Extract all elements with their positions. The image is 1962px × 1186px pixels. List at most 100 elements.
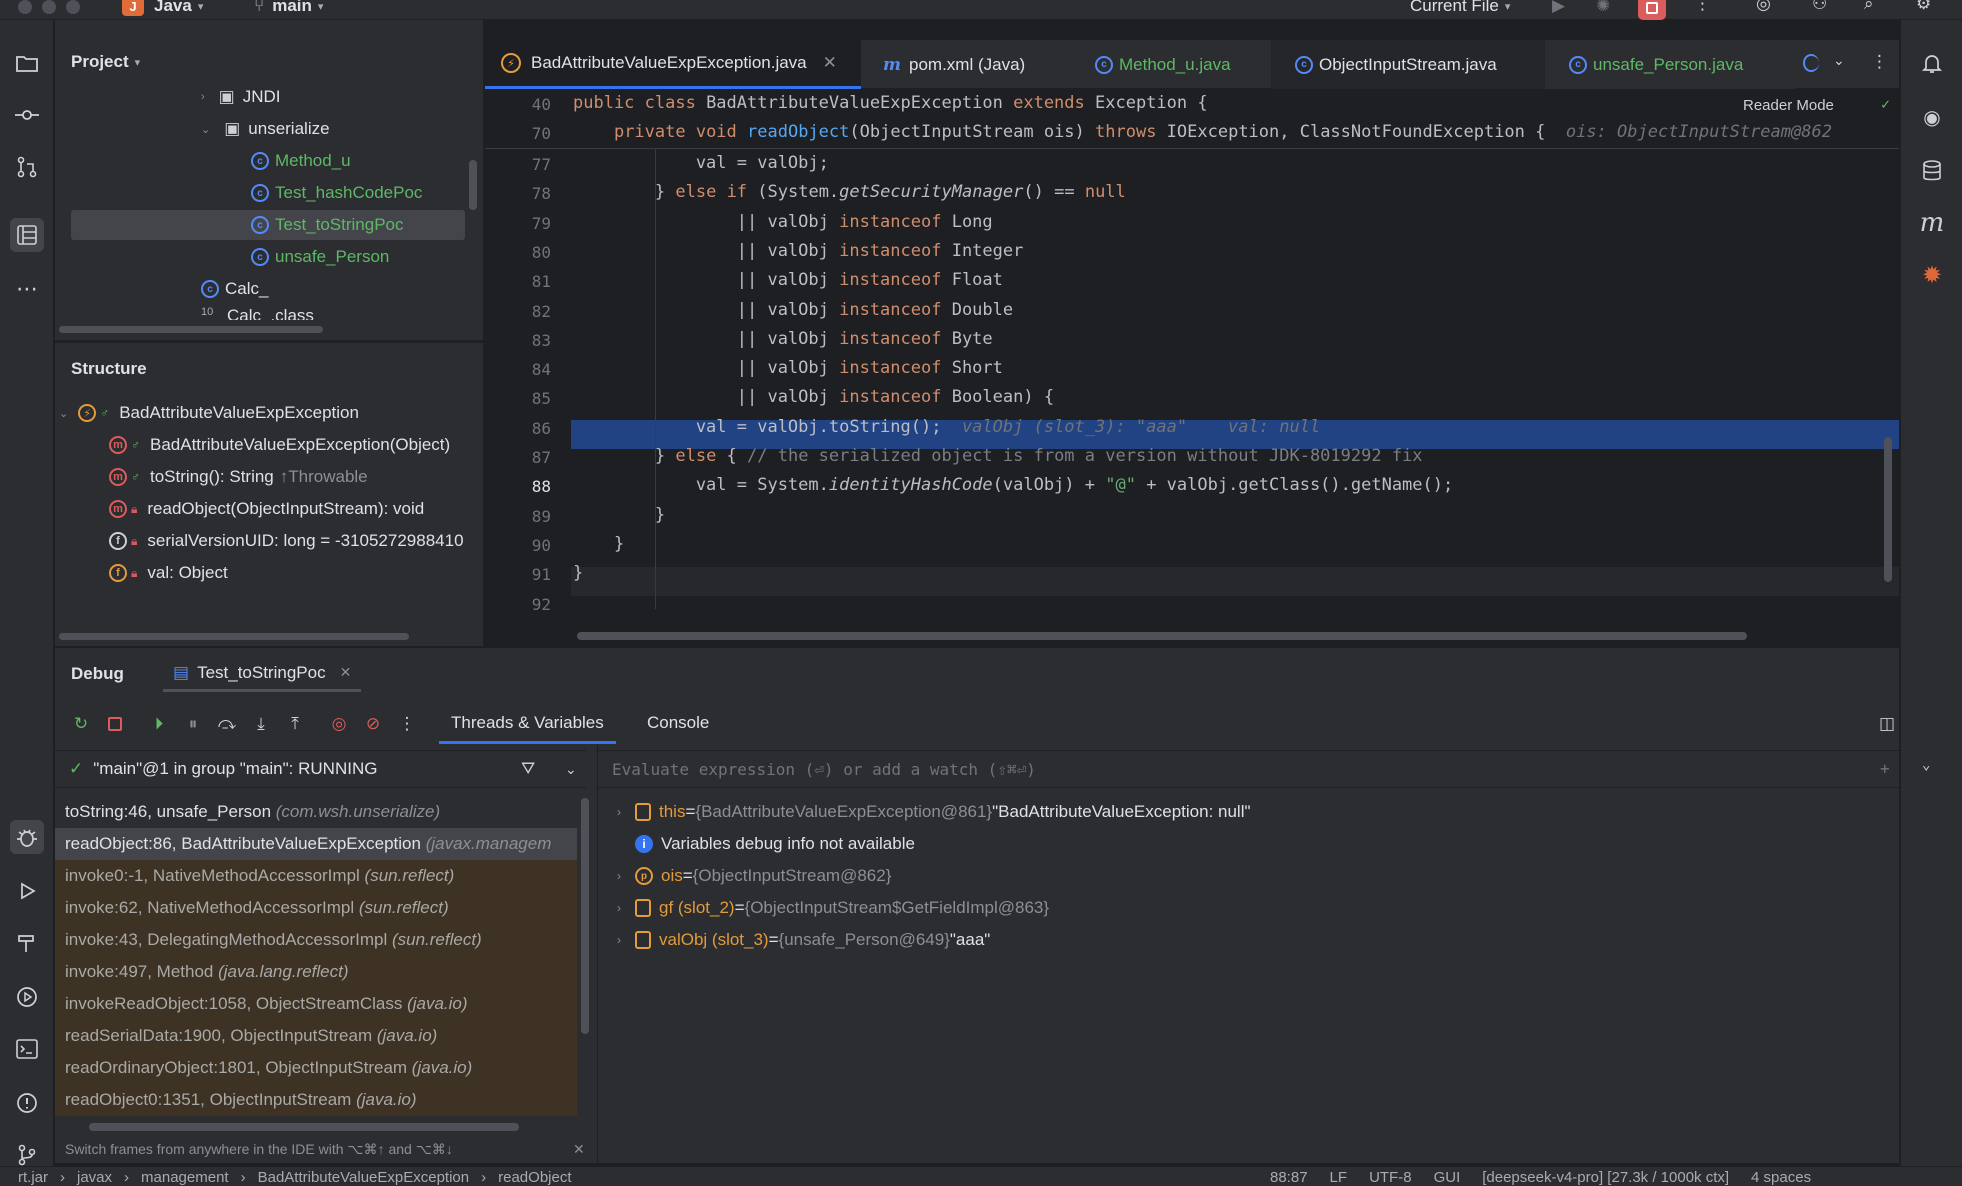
stack-frame[interactable]: readObject0:1351, ObjectInputStream (jav… xyxy=(55,1084,577,1116)
caret-position[interactable]: 88:87 xyxy=(1270,1169,1308,1185)
stack-frame[interactable]: readObject:86, BadAttributeValueExpExcep… xyxy=(55,828,577,860)
line-number[interactable]: 80 xyxy=(485,243,551,262)
run-config-selector[interactable]: Current File ▾ xyxy=(1410,0,1510,16)
line-number[interactable]: 77 xyxy=(485,155,551,174)
chevron-right-icon[interactable]: › xyxy=(607,901,631,915)
stack-frame[interactable]: invoke0:-1, NativeMethodAccessorImpl (su… xyxy=(55,860,577,892)
overflow-tab-icon[interactable] xyxy=(1803,54,1819,72)
stack-frame[interactable]: readOrdinaryObject:1801, ObjectInputStre… xyxy=(55,1052,577,1084)
ai-chat-icon[interactable]: ◉ xyxy=(1915,100,1949,134)
problems-icon[interactable] xyxy=(10,1086,44,1120)
rerun-icon[interactable]: ↻ xyxy=(69,712,93,736)
frames-horizontal-scrollbar[interactable] xyxy=(89,1123,519,1131)
line-number[interactable]: 79 xyxy=(485,214,551,233)
line-separator[interactable]: LF xyxy=(1330,1169,1348,1185)
step-over-icon[interactable]: ⤼ xyxy=(215,712,239,736)
line-number[interactable]: 87 xyxy=(485,448,551,467)
line-number[interactable]: 90 xyxy=(485,536,551,555)
stop-button[interactable] xyxy=(1638,0,1666,20)
inspection-ok-icon[interactable]: ✓ xyxy=(1881,95,1890,113)
stack-frame[interactable]: invoke:497, Method (java.lang.reflect) xyxy=(55,956,577,988)
breadcrumb-item[interactable]: rt.jar xyxy=(18,1169,48,1185)
tree-item-jndi[interactable]: › ▣ JNDI xyxy=(201,82,281,112)
close-tab-icon[interactable]: ✕ xyxy=(340,664,352,681)
chevron-down-icon[interactable]: ⌄ xyxy=(1922,757,1930,773)
editor-vertical-scrollbar[interactable] xyxy=(1884,437,1892,582)
gui-indicator[interactable]: GUI xyxy=(1434,1169,1461,1185)
tree-item-calc[interactable]: c Calc_ xyxy=(201,274,268,304)
ai-model-status[interactable]: [deepseek-v4-pro] [27.3k / 1000k ctx] xyxy=(1482,1169,1729,1185)
tab-objectinputstream[interactable]: c ObjectInputStream.java xyxy=(1271,40,1545,89)
frames-vertical-scrollbar[interactable] xyxy=(581,798,589,1034)
search-icon[interactable]: ⌕ xyxy=(1864,0,1874,14)
editor-horizontal-scrollbar[interactable] xyxy=(577,632,1747,640)
line-number[interactable]: 86 xyxy=(485,419,551,438)
line-number[interactable]: 92 xyxy=(485,595,551,614)
structure-member-tostring[interactable]: m ♂ toString(): String ↑Throwable xyxy=(109,462,368,492)
reader-mode-button[interactable]: Reader Mode xyxy=(1743,97,1834,114)
stack-frame[interactable]: invokeReadObject:1058, ObjectStreamClass… xyxy=(55,988,577,1020)
line-number[interactable]: 82 xyxy=(485,302,551,321)
view-breakpoints-icon[interactable]: ◎ xyxy=(327,712,351,736)
structure-member-constructor[interactable]: m ♂ BadAttributeValueExpException(Object… xyxy=(109,430,450,460)
evaluate-expression-input[interactable]: Evaluate expression (⏎) or add a watch (… xyxy=(598,750,1930,788)
add-watch-icon[interactable]: + xyxy=(1880,759,1890,778)
close-window-button[interactable] xyxy=(18,0,32,14)
structure-horizontal-scrollbar[interactable] xyxy=(59,633,409,640)
close-tab-icon[interactable]: ✕ xyxy=(823,53,837,73)
variable-row[interactable]: › this = {BadAttributeValueExpException@8… xyxy=(607,796,1251,828)
variable-row[interactable]: › p ois = {ObjectInputStream@862} xyxy=(607,860,891,892)
breadcrumb-item[interactable]: javax xyxy=(77,1169,112,1185)
variable-row[interactable]: i Variables debug info not available xyxy=(607,828,915,860)
tree-item-test-tostringpoc[interactable]: c Test_toStringPoc xyxy=(71,210,465,240)
debug-tool-icon[interactable] xyxy=(10,820,44,854)
stop-debug-icon[interactable] xyxy=(103,712,127,736)
stack-frame[interactable]: invoke:43, DelegatingMethodAccessorImpl … xyxy=(55,924,577,956)
run-tool-icon[interactable] xyxy=(10,874,44,908)
line-number[interactable]: 78 xyxy=(485,184,551,203)
more-actions-icon[interactable]: ⋮ xyxy=(395,712,419,736)
breadcrumb-item[interactable]: readObject xyxy=(498,1169,571,1185)
variable-row[interactable]: › valObj (slot_3) = {unsafe_Person@649} "… xyxy=(607,924,990,956)
navigation-breadcrumb[interactable]: rt.jar › javax › management › BadAttributeV… xyxy=(18,1169,572,1185)
line-number[interactable]: 91 xyxy=(485,565,551,584)
tree-item-test-hashcodepoc[interactable]: c Test_hashCodePoc xyxy=(251,178,422,208)
project-vertical-scrollbar[interactable] xyxy=(469,160,477,210)
variable-row[interactable]: › gf (slot_2) = {ObjectInputStream$GetFie… xyxy=(607,892,1049,924)
debug-session-tab[interactable]: ▤ Test_toStringPoc ✕ xyxy=(163,656,362,692)
tab-unsafe-person[interactable]: c unsafe_Person.java xyxy=(1545,40,1795,89)
project-horizontal-scrollbar[interactable] xyxy=(59,326,323,333)
resume-icon[interactable]: ⏵ xyxy=(147,712,171,736)
line-number[interactable]: 88 xyxy=(485,477,551,496)
step-into-icon[interactable]: ⤓ xyxy=(249,712,273,736)
tab-threads-variables[interactable]: Threads & Variables xyxy=(439,704,616,744)
tree-item-unserialize[interactable]: ⌄ ▣ unserialize xyxy=(201,114,330,144)
line-number[interactable]: 83 xyxy=(485,331,551,350)
pull-requests-icon[interactable] xyxy=(10,150,44,184)
add-user-icon[interactable]: ⚇ xyxy=(1812,0,1827,14)
line-number[interactable]: 84 xyxy=(485,360,551,379)
line-number[interactable]: 85 xyxy=(485,389,551,408)
filter-icon[interactable]: ⛛ xyxy=(521,759,535,779)
chevron-right-icon[interactable]: › xyxy=(607,933,631,947)
thread-selector[interactable]: ✓ "main"@1 in group "main": RUNNING ⛛ ⌄ xyxy=(55,750,586,788)
chevron-right-icon[interactable]: › xyxy=(607,869,631,883)
chevron-right-icon[interactable]: › xyxy=(607,805,631,819)
plugin-burst-icon[interactable]: ✹ xyxy=(1915,258,1949,292)
tab-method-u[interactable]: c Method_u.java xyxy=(1083,40,1303,89)
structure-root[interactable]: ⌄ ⚡ ♂ BadAttributeValueExpException xyxy=(59,398,359,428)
tree-item-calc-class[interactable]: 10 Calc_.class xyxy=(201,306,314,320)
branch-switcher[interactable]: ⑂ main ▾ xyxy=(254,0,323,16)
minimize-window-button[interactable] xyxy=(42,0,56,14)
database-icon[interactable] xyxy=(1915,154,1949,188)
project-panel-header[interactable]: Project ▾ xyxy=(71,50,140,74)
line-number[interactable]: 81 xyxy=(485,272,551,291)
stack-frame[interactable]: toString:46, unsafe_Person (com.wsh.unse… xyxy=(55,796,577,828)
stack-frame[interactable]: readSerialData:1900, ObjectInputStream (… xyxy=(55,1020,577,1052)
layout-settings-icon[interactable]: ◫ xyxy=(1879,714,1895,734)
settings-icon[interactable]: ⚙ xyxy=(1916,0,1931,14)
more-icon[interactable]: ⋮ xyxy=(1694,0,1711,14)
close-hint-icon[interactable]: ✕ xyxy=(573,1141,585,1158)
chevron-down-icon[interactable]: ⌄ xyxy=(565,761,577,778)
tab-pom-xml[interactable]: m pom.xml (Java) xyxy=(871,40,1061,89)
